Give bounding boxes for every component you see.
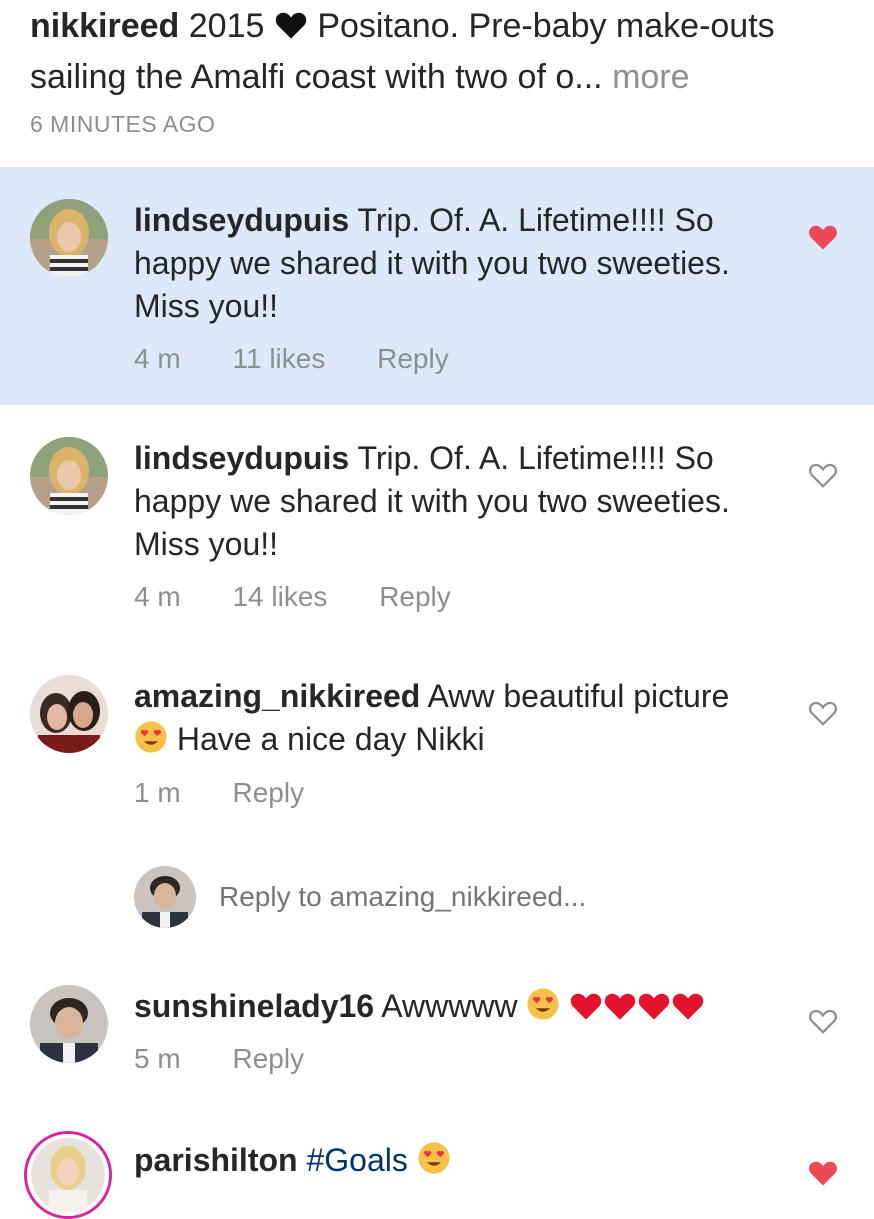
comment-time: 4 m <box>134 581 181 612</box>
comment-meta: 4 m 11 likes Reply <box>134 343 493 375</box>
hashtag-link[interactable]: #Goals <box>306 1142 407 1178</box>
heart-eyes-emoji-icon <box>526 987 560 1032</box>
avatar[interactable] <box>30 675 108 753</box>
comment-body: Awwwww <box>381 988 518 1024</box>
comment-username[interactable]: lindseydupuis <box>134 440 349 476</box>
heart-outline-icon[interactable] <box>808 461 838 489</box>
comment-item: sunshinelady16 Awwwww 5 m Reply <box>0 953 874 1103</box>
reply-button[interactable]: Reply <box>232 1043 304 1074</box>
comment-text: lindseydupuis Trip. Of. A. Lifetime!!!! … <box>134 199 754 328</box>
comment-text: sunshinelady16 Awwwww <box>134 985 754 1032</box>
comment-item: lindseydupuis Trip. Of. A. Lifetime!!!! … <box>0 405 874 643</box>
caption-username[interactable]: nikkireed <box>30 7 179 45</box>
avatar <box>134 866 196 928</box>
heart-outline-icon[interactable] <box>808 1007 838 1035</box>
heart-eyes-emoji-icon <box>134 720 168 765</box>
post-caption: nikkireed 2015 Positano. Pre-baby make-o… <box>30 2 850 101</box>
comment-meta: 4 m 14 likes Reply <box>134 581 495 613</box>
comment-username[interactable]: amazing_nikkireed <box>134 678 420 714</box>
comment-username[interactable]: lindseydupuis <box>134 202 349 238</box>
comment-text: amazing_nikkireed Aww beautiful picture … <box>134 675 754 765</box>
comment-item: parishilton #Goals <box>0 1103 874 1219</box>
avatar[interactable] <box>24 1131 112 1219</box>
comment-likes[interactable]: 11 likes <box>232 343 325 374</box>
comment-item: lindseydupuis Trip. Of. A. Lifetime!!!! … <box>0 167 874 405</box>
red-heart-icon <box>671 989 705 1032</box>
red-heart-icon <box>603 989 637 1032</box>
post-time-ago: 6 MINUTES AGO <box>30 111 216 137</box>
red-heart-icon <box>637 989 671 1032</box>
reply-input[interactable] <box>217 880 821 914</box>
avatar[interactable] <box>30 437 108 515</box>
comment-time: 5 m <box>134 1043 181 1074</box>
avatar[interactable] <box>30 985 108 1063</box>
heart-filled-icon[interactable] <box>808 223 838 251</box>
comment-body: Aww beautiful picture <box>427 678 730 714</box>
more-link[interactable]: more <box>612 58 689 96</box>
heart-filled-icon[interactable] <box>808 1159 838 1187</box>
caption-year: 2015 <box>188 7 265 45</box>
reply-button[interactable]: Reply <box>377 343 449 374</box>
comment-username[interactable]: parishilton <box>134 1142 298 1178</box>
comment-meta: 1 m Reply <box>134 777 348 809</box>
comment-meta: 5 m Reply <box>134 1043 348 1075</box>
reply-button[interactable]: Reply <box>232 777 304 808</box>
comment-item: amazing_nikkireed Aww beautiful picture … <box>0 643 874 823</box>
heart-eyes-emoji-icon <box>417 1141 451 1186</box>
reply-composer <box>0 866 874 928</box>
comment-text: parishilton #Goals <box>134 1139 754 1186</box>
avatar[interactable] <box>30 199 108 277</box>
black-heart-icon <box>274 5 308 53</box>
comment-time: 4 m <box>134 343 181 374</box>
comment-body-end: Have a nice day Nikki <box>176 721 485 757</box>
comment-username[interactable]: sunshinelady16 <box>134 988 374 1024</box>
comment-likes[interactable]: 14 likes <box>232 581 327 612</box>
red-heart-icon <box>569 989 603 1032</box>
reply-button[interactable]: Reply <box>379 581 451 612</box>
comment-time: 1 m <box>134 777 181 808</box>
comment-text: lindseydupuis Trip. Of. A. Lifetime!!!! … <box>134 437 754 566</box>
heart-outline-icon[interactable] <box>808 699 838 727</box>
